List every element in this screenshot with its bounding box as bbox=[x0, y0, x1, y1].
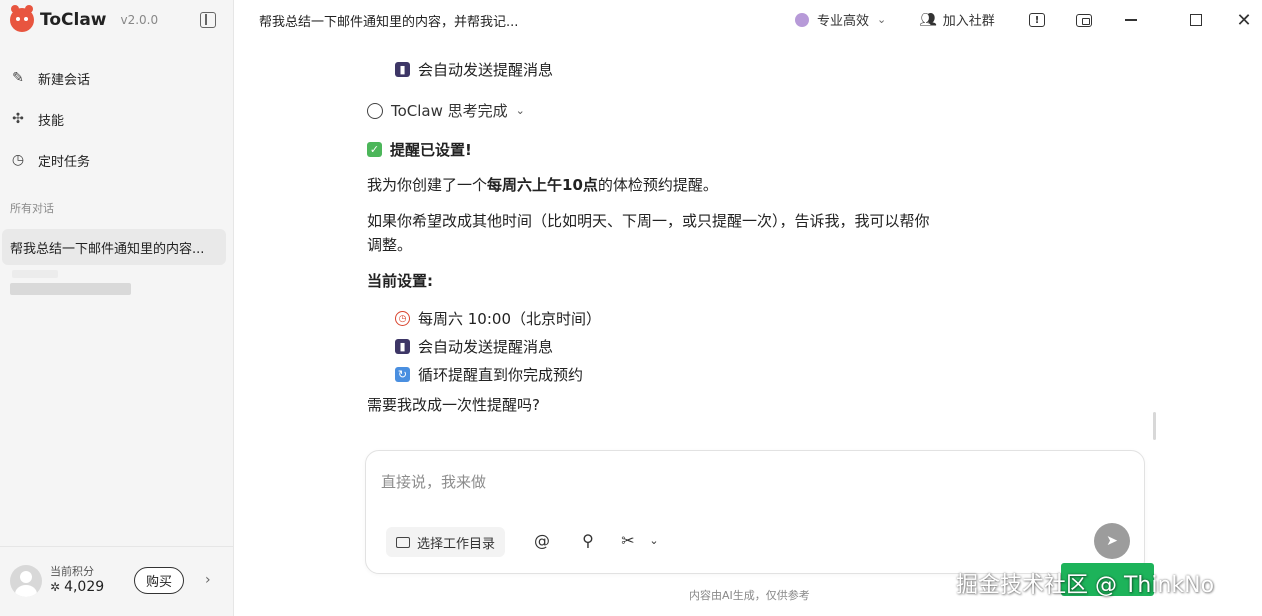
select-working-dir-label: 选择工作目录 bbox=[417, 536, 496, 552]
alarm-clock-icon: ◷ bbox=[395, 311, 410, 326]
users-icon: 👥︎ bbox=[919, 11, 937, 28]
close-icon[interactable]: ✕ bbox=[1234, 10, 1254, 31]
join-community-label: 加入社群 bbox=[942, 14, 995, 29]
mode-avatar-icon bbox=[795, 12, 809, 27]
watermark: 掘金技术社区 @ ThinkNo bbox=[956, 573, 1215, 598]
conversations-section-label: 所有对话 bbox=[10, 202, 54, 215]
select-working-dir-button[interactable]: 选择工作目录 bbox=[386, 527, 506, 557]
clock-icon: ◷ bbox=[11, 152, 25, 168]
message-line-2b: 调整。 bbox=[367, 236, 413, 254]
reminder-heading: ✓ 提醒已设置! bbox=[367, 139, 472, 160]
conversation-title: 帮我总结一下邮件通知里的内容，并帮我记... bbox=[259, 15, 519, 30]
sidebar-item-skills[interactable]: ✣ 技能 bbox=[10, 108, 64, 130]
composer: 选择工作目录 @ ⚲ ✂ ⌄ ➤ bbox=[365, 450, 1145, 574]
sidebar-collapse-icon[interactable] bbox=[200, 12, 216, 28]
message-line-2a: 如果你希望改成其他时间（比如明天、下周一，或只提醒一次），告诉我，我可以帮你 bbox=[367, 212, 930, 230]
puzzle-icon: ✣ bbox=[12, 111, 24, 127]
line1-bold: 每周六上午10点 bbox=[487, 176, 598, 194]
user-avatar[interactable] bbox=[10, 565, 42, 597]
settings-item-text: 循环提醒直到你完成预约 bbox=[418, 366, 584, 384]
edit-icon: ✎ bbox=[12, 70, 24, 86]
points-row: ✲ 4,029 bbox=[50, 579, 104, 595]
sidebar-item-scheduled-tasks[interactable]: ◷ 定时任务 bbox=[10, 149, 90, 171]
mode-selector[interactable]: 专业高效 ⌄ bbox=[795, 10, 886, 29]
sidebar-item-label: 技能 bbox=[38, 113, 65, 129]
settings-item: ▮ 会自动发送提醒消息 bbox=[395, 336, 553, 357]
buy-button[interactable]: 购买 bbox=[134, 567, 184, 594]
settings-item-text: 会自动发送提醒消息 bbox=[418, 338, 554, 356]
chevron-right-icon[interactable]: › bbox=[205, 572, 211, 588]
maximize-icon[interactable] bbox=[1186, 10, 1206, 30]
settings-item: ↻ 循环提醒直到你完成预约 bbox=[395, 364, 583, 385]
thinking-label: ToClaw 思考完成 bbox=[391, 102, 508, 120]
line1-prefix: 我为你创建了一个 bbox=[367, 176, 488, 194]
sidebar-footer: 当前积分 ✲ 4,029 购买 › bbox=[0, 546, 234, 616]
mobile-phone-icon: ▮ bbox=[395, 339, 410, 354]
monitor-icon bbox=[396, 536, 410, 548]
mode-label: 专业高效 bbox=[817, 14, 870, 29]
settings-item: ◷ 每周六 10:00（北京时间） bbox=[395, 308, 601, 329]
brain-icon bbox=[367, 102, 383, 119]
reminder-heading-text: 提醒已设置! bbox=[390, 141, 472, 159]
points-value: 4,029 bbox=[64, 579, 105, 595]
send-button[interactable]: ➤ bbox=[1094, 523, 1130, 559]
follow-up-question: 需要我改成一次性提醒吗? bbox=[367, 396, 540, 414]
mobile-phone-icon: ▮ bbox=[395, 62, 410, 77]
settings-heading: 当前设置: bbox=[367, 272, 433, 290]
scissors-icon[interactable]: ✂ bbox=[618, 531, 638, 551]
points-icon: ✲ bbox=[50, 580, 61, 594]
sidebar: ToClaw v2.0.0 ✎ 新建会话 ✣ 技能 ◷ 定时任务 所有对话 帮我… bbox=[0, 0, 234, 616]
chevron-down-icon[interactable]: ⌄ bbox=[644, 531, 664, 551]
ai-disclaimer: 内容由AI生成，仅供参考 bbox=[689, 589, 810, 602]
app-version: v2.0.0 bbox=[120, 13, 159, 27]
send-icon: ➤ bbox=[1106, 533, 1118, 549]
app-name: ToClaw bbox=[40, 10, 107, 30]
message-line-1: 我为你创建了一个每周六上午10点的体检预约提醒。 bbox=[367, 174, 718, 197]
brand: ToClaw v2.0.0 bbox=[10, 5, 159, 33]
message-input[interactable] bbox=[381, 473, 1081, 491]
join-community-button[interactable]: 👥︎ 加入社群 bbox=[919, 10, 995, 30]
pip-icon[interactable] bbox=[1074, 10, 1094, 30]
repeat-icon: ↻ bbox=[395, 367, 410, 382]
clipped-line bbox=[395, 40, 595, 44]
thinking-toggle[interactable]: ToClaw 思考完成 ⌄ bbox=[367, 100, 525, 121]
app-window: ToClaw v2.0.0 ✎ 新建会话 ✣ 技能 ◷ 定时任务 所有对话 帮我… bbox=[0, 0, 1262, 616]
sidebar-item-label: 新建会话 bbox=[38, 72, 91, 88]
line1-suffix: 的体检预约提醒。 bbox=[597, 176, 718, 194]
toclaw-logo-icon bbox=[10, 5, 34, 32]
points-label: 当前积分 bbox=[50, 565, 94, 578]
conversation-item-active[interactable]: 帮我总结一下邮件通知里的内容... bbox=[2, 229, 226, 265]
prev-bullet-text: 会自动发送提醒消息 bbox=[418, 61, 554, 79]
chevron-down-icon: ⌄ bbox=[515, 104, 525, 117]
at-mention-icon[interactable]: @ bbox=[532, 531, 552, 551]
feedback-icon[interactable]: ! bbox=[1027, 10, 1047, 30]
paperclip-icon[interactable]: ⚲ bbox=[578, 531, 598, 551]
topbar: 帮我总结一下邮件通知里的内容，并帮我记... 专业高效 ⌄ 👥︎ 加入社群 ! … bbox=[235, 0, 1262, 40]
minimize-icon[interactable] bbox=[1121, 10, 1141, 30]
prev-bullet: ▮ 会自动发送提醒消息 bbox=[395, 59, 553, 80]
chevron-down-icon: ⌄ bbox=[877, 13, 887, 26]
blurred-conversation-item[interactable] bbox=[10, 283, 131, 295]
sidebar-item-new-chat[interactable]: ✎ 新建会话 bbox=[10, 67, 90, 89]
sidebar-item-label: 定时任务 bbox=[38, 154, 91, 170]
check-mark-icon: ✓ bbox=[367, 142, 382, 157]
blurred-conversation-date bbox=[12, 270, 58, 278]
settings-item-text: 每周六 10:00（北京时间） bbox=[418, 310, 601, 328]
chat-area: ▮ 会自动发送提醒消息 ToClaw 思考完成 ⌄ ✓ 提醒已设置! 我为你创建… bbox=[235, 40, 1262, 440]
chat-scrollbar[interactable] bbox=[1153, 412, 1156, 440]
